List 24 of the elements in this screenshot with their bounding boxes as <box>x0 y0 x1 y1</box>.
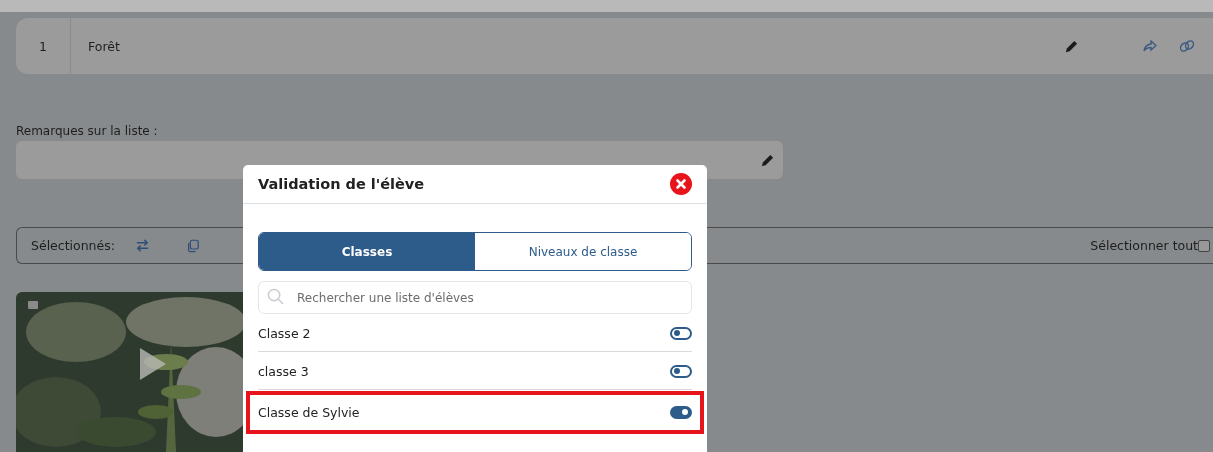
close-icon[interactable] <box>670 173 692 195</box>
class-label: Classe 2 <box>258 325 311 341</box>
link-icon[interactable] <box>1178 38 1196 54</box>
remarks-label: Remarques sur la liste : <box>16 124 159 138</box>
play-icon[interactable] <box>138 346 168 382</box>
dialog-title: Validation de l'élève <box>258 176 425 192</box>
row-number: 1 <box>16 18 71 74</box>
class-label: Classe de Sylvie <box>258 404 360 420</box>
search-icon <box>267 288 284 305</box>
row-title: Forêt <box>88 38 121 54</box>
tab[interactable]: Classes <box>259 233 475 270</box>
swap-icon[interactable] <box>134 238 150 253</box>
search-field[interactable]: Rechercher une liste d'élèves <box>258 281 692 314</box>
select-all-checkbox[interactable] <box>1198 239 1210 252</box>
select-all-label: Sélectionner tout <box>1090 238 1198 253</box>
class-label: classe 3 <box>258 363 309 379</box>
selected-label: Sélectionnés: <box>31 238 115 253</box>
pencil-icon[interactable] <box>760 152 775 168</box>
pencil-icon[interactable] <box>1064 38 1079 54</box>
toggle-switch[interactable] <box>670 364 692 378</box>
share-icon[interactable] <box>1142 38 1158 54</box>
toggle-switch[interactable] <box>670 405 692 419</box>
copy-icon[interactable] <box>185 238 200 253</box>
toggle-switch[interactable] <box>670 326 692 340</box>
